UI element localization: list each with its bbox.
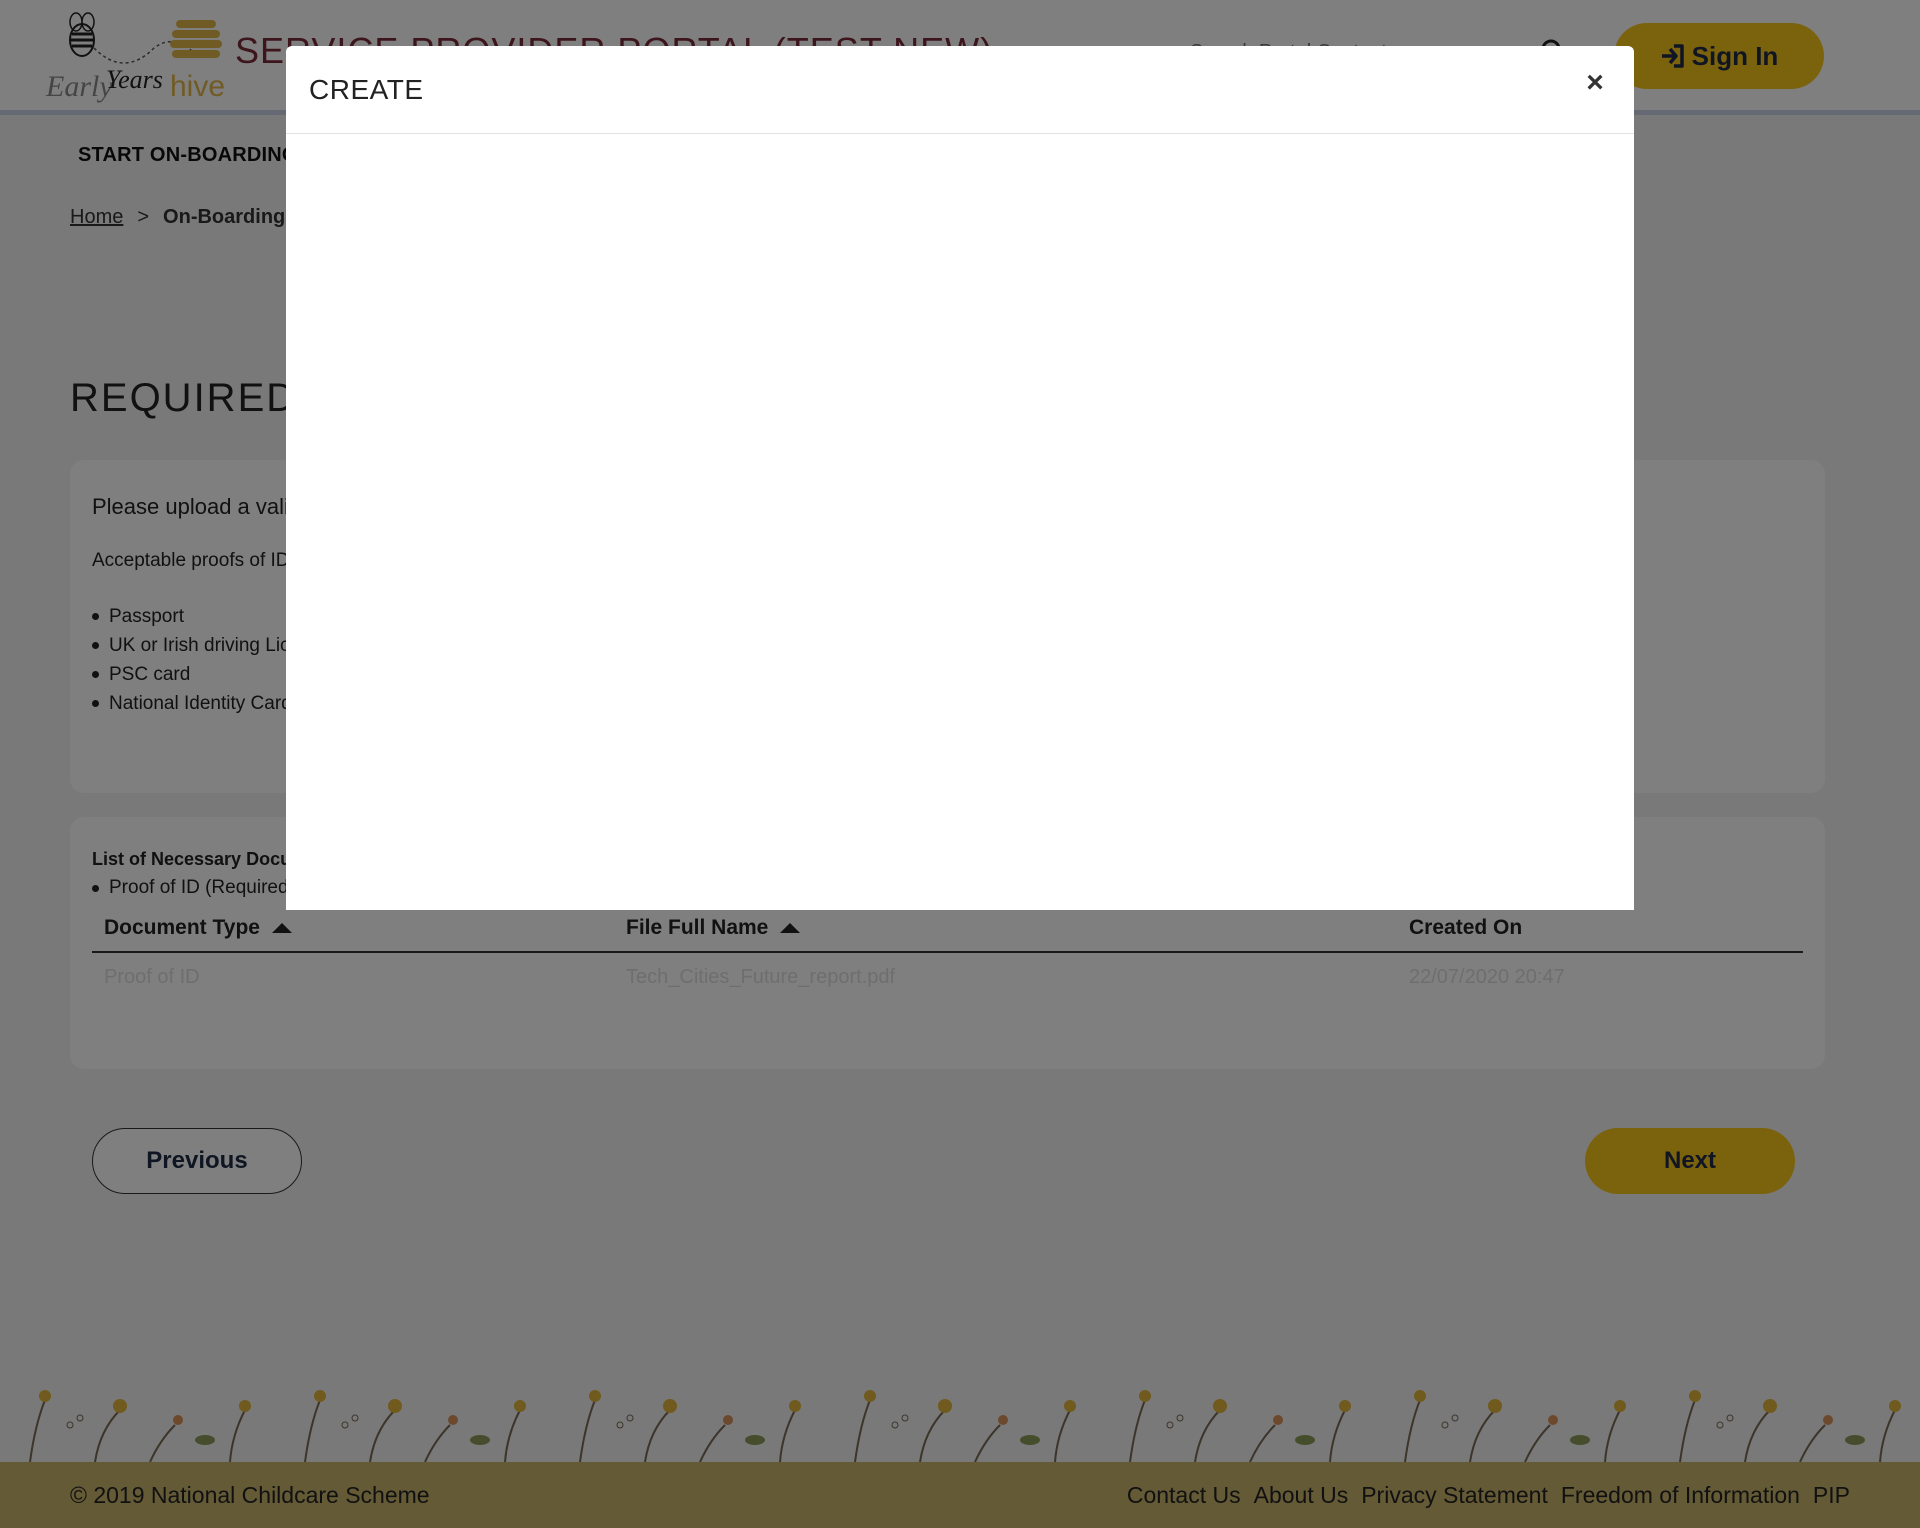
- create-modal: CREATE ×: [286, 46, 1634, 910]
- modal-header: CREATE ×: [286, 46, 1634, 134]
- modal-body: [286, 134, 1634, 910]
- modal-title: CREATE: [309, 74, 424, 105]
- close-icon[interactable]: ×: [1580, 68, 1610, 98]
